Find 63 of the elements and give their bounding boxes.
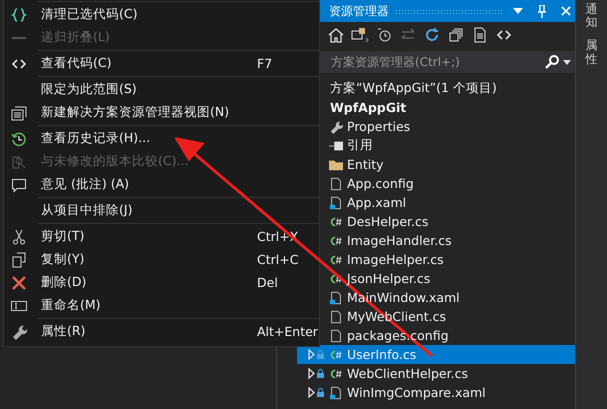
scissors-icon — [11, 228, 27, 244]
menu-item[interactable]: 重命名(M) — [4, 294, 319, 317]
menu-item[interactable]: 查看历史记录(H)... — [4, 127, 319, 150]
menu-item[interactable]: 清理已选代码(C) — [4, 3, 319, 26]
tree-item[interactable]: 引用 — [323, 136, 575, 155]
menu-item[interactable]: 意见 (批注) (A) — [4, 173, 319, 196]
collapse-icon[interactable] — [447, 26, 465, 44]
dash-icon — [12, 36, 26, 38]
menu-item[interactable]: 查看代码(C) F7 — [4, 52, 319, 75]
copy-icon — [11, 252, 27, 268]
search-icon — [544, 54, 560, 70]
csharp-file-icon — [329, 252, 343, 266]
file-icon — [329, 176, 343, 190]
menu-item[interactable]: 从项目中排除(J) — [4, 199, 319, 222]
compare-icon — [11, 154, 27, 170]
comment-icon — [11, 176, 27, 192]
tree-item[interactable]: WinImgCompare.xaml — [297, 383, 575, 402]
tree-item[interactable]: Entity — [323, 155, 575, 174]
panel-title: 资源管理器 — [329, 2, 389, 20]
side-tab[interactable]: 通知 — [586, 3, 598, 30]
tree-item[interactable]: ImageHandler.cs — [323, 231, 575, 250]
tree-item[interactable]: DesHelper.cs — [323, 212, 575, 231]
file-icon — [329, 328, 343, 342]
expand-arrow-icon[interactable] — [307, 368, 316, 379]
delete-icon — [11, 274, 27, 290]
window-icon — [11, 104, 27, 120]
tree-item[interactable]: WpfAppGit — [323, 98, 575, 117]
csharp-file-icon — [329, 366, 343, 380]
folder-icon — [329, 158, 343, 172]
refresh-icon[interactable] — [423, 26, 441, 44]
menu-item[interactable]: 属性(R) Alt+Enter — [4, 320, 319, 343]
csharp-file-icon — [329, 348, 343, 362]
history-icon — [11, 130, 27, 146]
wrench-icon — [329, 120, 343, 134]
caret-icon — [563, 60, 571, 64]
csharp-file-icon — [329, 214, 343, 228]
tree-item[interactable]: ImageHelper.cs — [323, 250, 575, 269]
csharp-file-icon — [329, 234, 343, 248]
tree-item[interactable]: App.config — [323, 174, 575, 193]
xaml-file-icon — [329, 290, 343, 304]
file-icon — [329, 310, 343, 324]
reference-icon — [329, 138, 343, 152]
sync-icon[interactable] — [351, 26, 369, 44]
tree-item[interactable]: Properties — [323, 117, 575, 136]
menu-item[interactable]: 删除(D) Del — [4, 271, 319, 294]
pin-icon[interactable] — [537, 4, 547, 18]
braces-icon — [11, 6, 27, 22]
tree-item[interactable]: WebClientHelper.cs — [297, 364, 575, 383]
home-icon[interactable] — [327, 26, 345, 44]
close-icon[interactable] — [561, 6, 571, 16]
menu-item[interactable]: 新建解决方案资源管理器视图(N) — [4, 101, 319, 124]
menu-item[interactable]: 限定为此范围(S) — [4, 78, 319, 101]
tree-item[interactable]: 方案“WpfAppGit”(1 个项目) — [323, 79, 575, 98]
side-tab[interactable]: 属性 — [586, 39, 598, 66]
wrench-icon — [11, 324, 27, 340]
tree-item[interactable]: UserInfo.cs — [297, 345, 575, 364]
menu-item[interactable]: 复制(Y) Ctrl+C — [4, 248, 319, 271]
history-icon[interactable] — [375, 26, 393, 44]
dropdown-icon[interactable] — [513, 8, 523, 14]
tree-item[interactable]: App.xaml — [323, 193, 575, 212]
xaml-file-icon — [329, 386, 343, 400]
xaml-file-icon — [329, 196, 343, 210]
expand-arrow-icon[interactable] — [307, 387, 316, 398]
